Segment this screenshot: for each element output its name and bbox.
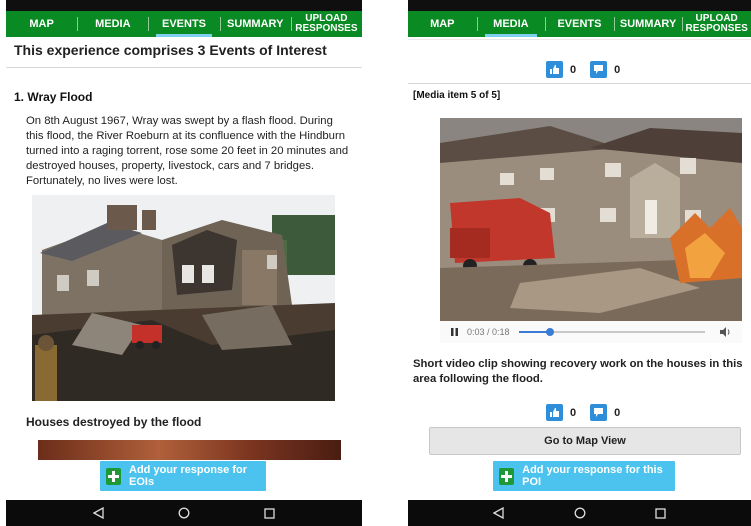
tab-events[interactable]: EVENTS — [148, 11, 219, 37]
image-caption: Houses destroyed by the flood — [26, 415, 202, 429]
recents-icon[interactable] — [654, 506, 668, 520]
recents-icon[interactable] — [262, 506, 276, 520]
scrub-knob[interactable] — [546, 328, 555, 336]
vote-row-top: 0 0 — [546, 61, 634, 78]
back-icon[interactable] — [92, 506, 106, 520]
events-content[interactable]: This experience comprises 3 Events of In… — [6, 37, 362, 500]
tab-events[interactable]: EVENTS — [545, 11, 614, 37]
comment-icon[interactable] — [590, 61, 608, 78]
tab-upload-responses[interactable]: UPLOAD RESPONSES — [290, 11, 362, 37]
tab-label: SUMMARY — [619, 18, 677, 30]
tab-label: MAP — [430, 18, 455, 30]
video-player[interactable] — [440, 118, 742, 321]
tab-label: MAP — [29, 18, 54, 30]
add-response-label: Add your response for this POI — [522, 464, 663, 488]
video-time: 0:03 / 0:18 — [467, 327, 510, 337]
android-nav-bar — [6, 500, 362, 526]
tab-bar: MAP MEDIA EVENTS SUMMARY UPLOAD RESPONSES — [6, 11, 362, 37]
event-title: 1. Wray Flood — [14, 90, 93, 104]
plus-icon — [106, 467, 122, 485]
add-response-eoi-button[interactable]: Add your response for EOIs — [100, 461, 266, 491]
comment-count: 0 — [614, 63, 621, 76]
phone-left: MAP MEDIA EVENTS SUMMARY UPLOAD RESPONSES… — [6, 0, 362, 526]
page-title: This experience comprises 3 Events of In… — [14, 42, 327, 58]
tab-label: MEDIA — [493, 18, 529, 30]
back-icon[interactable] — [492, 506, 506, 520]
tab-summary[interactable]: SUMMARY — [219, 11, 291, 37]
tab-summary[interactable]: SUMMARY — [613, 11, 683, 37]
next-photo — [38, 440, 341, 460]
media-caption: Short video clip showing recovery work o… — [413, 358, 743, 385]
tab-map[interactable]: MAP — [6, 11, 77, 37]
tab-label: SUMMARY — [226, 18, 284, 30]
phone-right: MAP MEDIA EVENTS SUMMARY UPLOAD RESPONSES… — [408, 0, 751, 526]
tab-label: UPLOAD RESPONSES — [295, 13, 358, 34]
thumbs-up-icon[interactable] — [546, 404, 563, 421]
tab-map[interactable]: MAP — [408, 11, 477, 37]
home-icon[interactable] — [177, 506, 191, 520]
tab-bar: MAP MEDIA EVENTS SUMMARY UPLOAD RESPONSES — [408, 11, 751, 37]
volume-icon[interactable] — [719, 326, 731, 338]
media-item-counter: [Media item 5 of 5] — [413, 90, 501, 101]
status-bar — [6, 0, 362, 11]
tab-media[interactable]: MEDIA — [77, 11, 148, 37]
tab-upload-responses[interactable]: UPLOAD RESPONSES — [682, 11, 751, 37]
flood-photo — [32, 195, 335, 401]
tab-label: MEDIA — [95, 18, 131, 30]
media-content[interactable]: 0 0 [Media item 5 of 5] 0:03 / 0:18 Shor… — [408, 37, 751, 500]
tab-label: EVENTS — [557, 18, 602, 30]
home-icon[interactable] — [573, 506, 587, 520]
android-nav-bar — [408, 500, 751, 526]
pause-icon[interactable] — [448, 326, 460, 338]
like-count: 0 — [570, 406, 577, 419]
thumbs-up-icon[interactable] — [546, 61, 563, 78]
go-to-map-view-button[interactable]: Go to Map View — [429, 427, 741, 455]
vote-row-bottom: 0 0 — [546, 404, 634, 421]
video-controls: 0:03 / 0:18 — [440, 321, 742, 343]
like-count: 0 — [570, 63, 577, 76]
tab-media[interactable]: MEDIA — [476, 11, 546, 37]
comment-icon[interactable] — [590, 404, 608, 421]
tab-label: UPLOAD RESPONSES — [685, 13, 748, 34]
divider — [6, 67, 362, 68]
comment-count: 0 — [614, 406, 621, 419]
video-scrubber[interactable] — [518, 328, 705, 336]
event-description: On 8th August 1967, Wray was swept by a … — [26, 115, 349, 187]
status-bar — [408, 0, 751, 11]
divider — [408, 83, 751, 84]
divider — [408, 39, 751, 40]
plus-icon — [499, 467, 515, 485]
add-response-poi-button[interactable]: Add your response for this POI — [493, 461, 675, 491]
tab-label: EVENTS — [162, 18, 207, 30]
add-response-label: Add your response for EOIs — [129, 464, 247, 488]
